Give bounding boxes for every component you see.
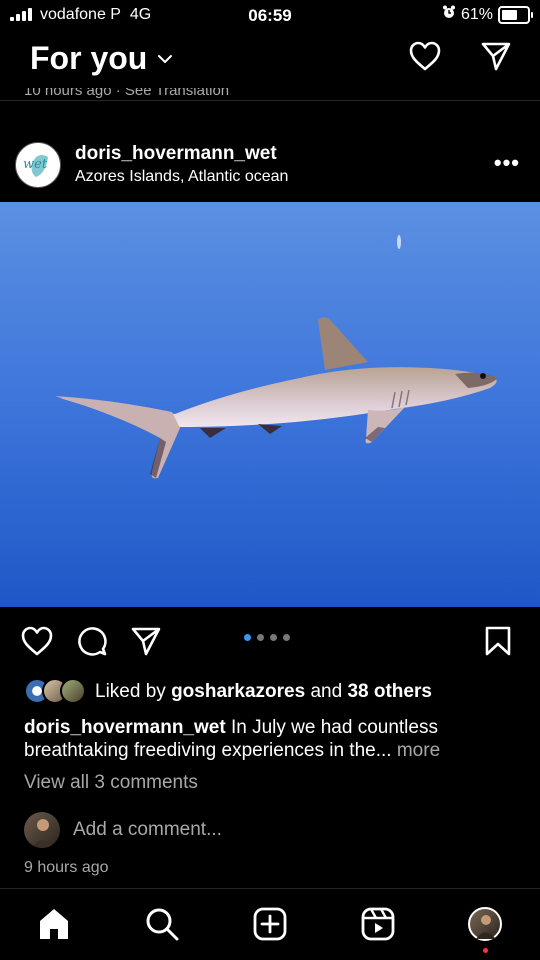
like-icon[interactable] (20, 625, 54, 657)
status-bar: vodafone P 4G 06:59 61% (0, 0, 540, 30)
notification-dot (483, 948, 488, 953)
carousel-dot (270, 634, 277, 641)
add-comment-input[interactable]: Add a comment... (73, 819, 222, 841)
alarm-icon (442, 5, 456, 24)
share-icon[interactable] (130, 625, 162, 657)
tab-reels[interactable] (358, 904, 398, 944)
post-avatar[interactable]: wet (15, 142, 61, 188)
current-user-avatar (24, 812, 60, 848)
view-comments-link[interactable]: View all 3 comments (24, 772, 198, 794)
battery-icon (498, 5, 533, 24)
carousel-dot (283, 634, 290, 641)
more-options-icon[interactable]: ••• (494, 150, 520, 176)
carousel-dot (257, 634, 264, 641)
avatar-logo-text: wet (23, 157, 48, 172)
carousel-indicator (244, 634, 290, 641)
heart-icon[interactable] (408, 40, 442, 72)
comment-icon[interactable] (76, 625, 108, 657)
tab-home[interactable] (34, 904, 74, 944)
chevron-down-icon (158, 54, 173, 63)
status-right: 61% (442, 5, 533, 24)
header-actions (408, 40, 512, 72)
search-icon (146, 908, 179, 941)
bookmark-button[interactable] (484, 625, 512, 662)
post-username[interactable]: doris_hovermann_wet (75, 143, 277, 165)
likes-others[interactable]: 38 others (347, 681, 431, 702)
bookmark-icon (485, 626, 511, 656)
likes-summary[interactable]: Liked by gosharkazores and 38 others (95, 681, 432, 703)
liker-username[interactable]: gosharkazores (171, 681, 305, 702)
create-icon (253, 907, 287, 941)
post-caption: doris_hovermann_wet In July we had count… (24, 716, 524, 762)
caption-more-link[interactable]: more (397, 740, 440, 761)
tab-create[interactable] (250, 904, 290, 944)
likers-avatars[interactable] (24, 678, 86, 704)
post-actions (20, 625, 162, 657)
liker-avatar (60, 678, 86, 704)
send-icon[interactable] (480, 40, 512, 72)
home-icon (40, 909, 68, 939)
divider (0, 888, 540, 889)
battery-percent: 61% (460, 5, 493, 23)
battery-fill (502, 9, 517, 20)
page-title: For you (30, 40, 148, 76)
carousel-dot (244, 634, 251, 641)
post-photo[interactable] (0, 202, 540, 607)
reels-icon (361, 907, 395, 941)
profile-avatar (476, 915, 496, 939)
caption-username[interactable]: doris_hovermann_wet (24, 717, 226, 738)
post-timestamp: 9 hours ago (24, 859, 109, 876)
post-location[interactable]: Azores Islands, Atlantic ocean (75, 168, 288, 186)
divider (0, 100, 540, 101)
feed-selector[interactable]: For you (30, 40, 173, 77)
tab-search[interactable] (142, 904, 182, 944)
tab-profile[interactable] (468, 907, 502, 941)
